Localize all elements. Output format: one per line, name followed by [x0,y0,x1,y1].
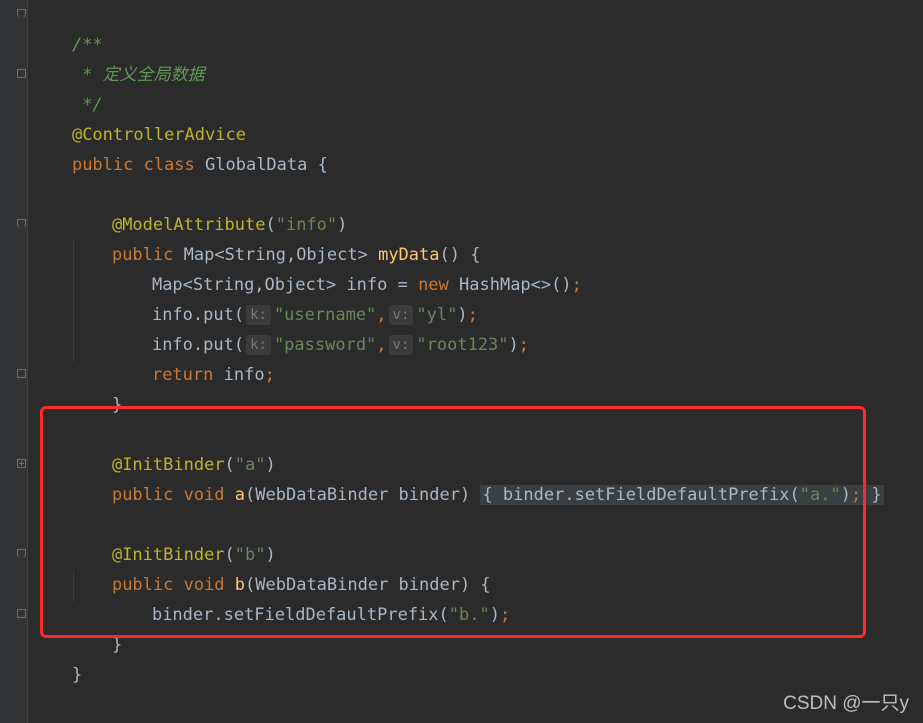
fold-toggle-icon[interactable] [17,9,26,18]
code-line: Map<String,Object> info = new HashMap<>(… [151,275,582,295]
code-line: public Map<String,Object> myData() { [111,245,481,265]
code-line: * 定义全局数据 [71,65,205,85]
code-line: */ [71,95,103,115]
fold-toggle-icon[interactable] [17,549,26,558]
editor-gutter [0,0,28,723]
code-line: return info; [151,365,275,385]
code-line: info.put(k: "password", v: "root123"); [151,335,530,355]
fold-end-icon[interactable] [17,609,26,618]
fold-expand-icon[interactable] [17,459,26,468]
code-line: public class GlobalData { [71,155,328,175]
parameter-hint: v: [388,335,414,355]
code-line: @ModelAttribute("info") [111,215,348,235]
fold-end-icon[interactable] [17,369,26,378]
code-line: @ControllerAdvice [71,125,246,145]
code-line: } [111,395,123,415]
code-line: /** [71,35,103,55]
red-highlight-box [40,406,866,638]
fold-toggle-icon[interactable] [17,219,26,228]
watermark: CSDN @一只y [783,693,909,714]
fold-end-icon[interactable] [17,69,26,78]
code-line: info.put(k: "username", v: "yl"); [151,305,478,325]
